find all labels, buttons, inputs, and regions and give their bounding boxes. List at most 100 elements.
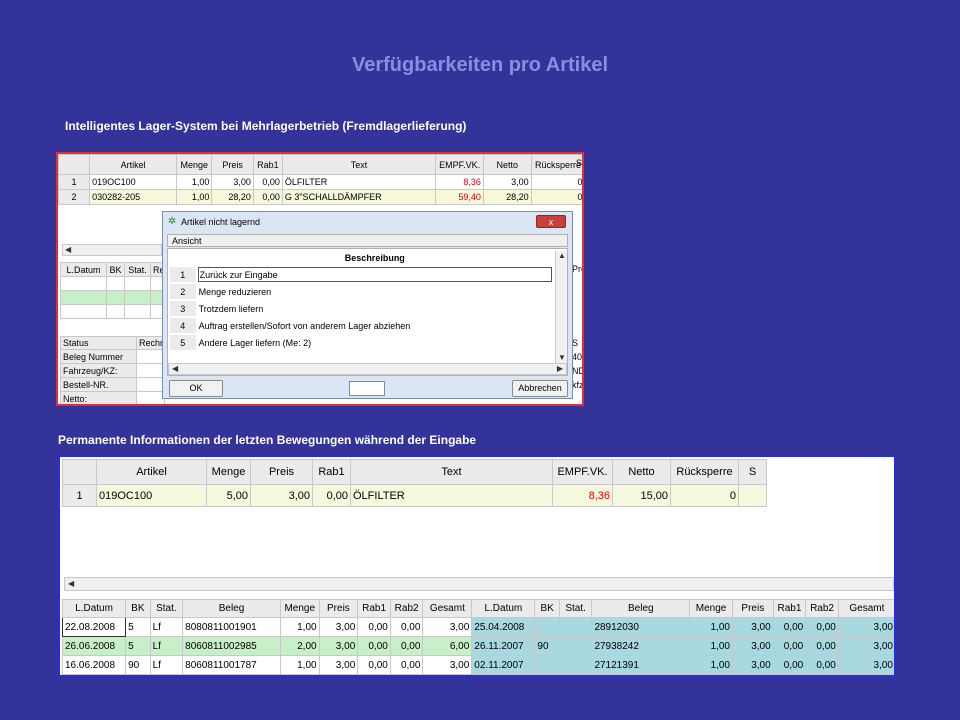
- col-beleg[interactable]: Beleg: [591, 599, 691, 618]
- cell-stat[interactable]: Lf: [149, 617, 184, 637]
- cell-beleg[interactable]: 8080811001901: [182, 617, 281, 637]
- cell-bk[interactable]: [534, 617, 560, 637]
- cell-menge[interactable]: 2,00: [279, 636, 320, 656]
- col-artikel[interactable]: Artikel: [96, 459, 207, 485]
- option-number[interactable]: 5: [170, 335, 196, 350]
- col-stat[interactable]: Stat.: [124, 262, 151, 277]
- col-artikel[interactable]: Artikel: [89, 154, 178, 175]
- option-row[interactable]: 2 Menge reduzieren: [170, 284, 552, 299]
- cell-rab1[interactable]: 0,00: [252, 189, 283, 205]
- col-empf-vk[interactable]: EMPF.VK.: [435, 154, 484, 175]
- cell-menge[interactable]: 1,00: [689, 636, 733, 656]
- cell-rab1[interactable]: 0,00: [252, 174, 283, 190]
- cell-netto[interactable]: 15,00: [612, 484, 671, 507]
- cell-preis[interactable]: 3,00: [318, 636, 359, 656]
- col-netto[interactable]: Netto: [482, 154, 532, 175]
- scroll-left-icon[interactable]: ◀: [68, 579, 74, 589]
- option-row[interactable]: 1 Zurück zur Eingabe: [170, 267, 552, 282]
- cell-menge[interactable]: 1,00: [279, 617, 320, 637]
- col-menge[interactable]: Menge: [689, 599, 733, 618]
- cell-bk[interactable]: 5: [125, 617, 151, 637]
- table-row[interactable]: [60, 276, 165, 291]
- option-number[interactable]: 4: [170, 318, 196, 333]
- col-rab1[interactable]: Rab1: [357, 599, 391, 618]
- cell-ruecksperre[interactable]: 0: [530, 189, 582, 205]
- vertical-scrollbar[interactable]: ▲ ▼: [555, 251, 567, 363]
- table-row[interactable]: 16.06.2008 90 Lf 8060811001787 1,00 3,00…: [61, 655, 894, 675]
- cell-ruecksperre[interactable]: 0: [670, 484, 739, 507]
- cell-rab1[interactable]: 0,00: [357, 636, 391, 656]
- cell-ruecksperre[interactable]: 0: [530, 174, 582, 190]
- row-number[interactable]: 2: [58, 189, 91, 205]
- cell-l-datum[interactable]: 26.06.2008: [61, 636, 127, 656]
- cell-rab2[interactable]: 0,00: [389, 655, 424, 675]
- table-row[interactable]: 2 030282-205 1,00 28,20 0,00 G 3"SCHALLD…: [58, 189, 582, 205]
- scroll-left-icon[interactable]: ◀: [65, 245, 71, 255]
- option-deliver-anyway[interactable]: Trotzdem liefern: [198, 301, 552, 316]
- cell[interactable]: [60, 290, 107, 305]
- col-menge[interactable]: Menge: [206, 459, 251, 485]
- option-back-to-entry[interactable]: Zurück zur Eingabe: [197, 267, 552, 282]
- cell-l-datum[interactable]: 02.11.2007: [471, 655, 536, 675]
- col-rab1[interactable]: Rab1: [252, 154, 283, 175]
- option-number[interactable]: 3: [170, 301, 196, 316]
- cell-beleg[interactable]: 8060811002985: [182, 636, 281, 656]
- cell-gesamt[interactable]: 3,00: [422, 655, 473, 675]
- cell-text[interactable]: ÖLFILTER: [350, 484, 553, 507]
- option-row[interactable]: 3 Trotzdem liefern: [170, 301, 552, 316]
- cell-bk[interactable]: 90: [534, 636, 560, 656]
- cell-empf-vk[interactable]: 8,36: [435, 174, 484, 190]
- cell-rab2[interactable]: 0,00: [805, 655, 839, 675]
- horizontal-scrollbar[interactable]: ◀: [64, 577, 894, 591]
- cell-empf-vk[interactable]: 8,36: [552, 484, 613, 507]
- col-menge[interactable]: Menge: [279, 599, 320, 618]
- col-gesamt[interactable]: Gesamt: [837, 599, 894, 618]
- cell-gesamt[interactable]: 3,00: [837, 636, 894, 656]
- cell-menge[interactable]: 1,00: [689, 617, 733, 637]
- cell[interactable]: [124, 276, 151, 291]
- cell-rab2[interactable]: 0,00: [389, 617, 424, 637]
- menu-ansicht[interactable]: Ansicht: [167, 234, 568, 247]
- col-bk[interactable]: BK: [106, 262, 125, 277]
- col-l-datum[interactable]: L.Datum: [471, 599, 536, 618]
- col-gesamt[interactable]: Gesamt: [422, 599, 473, 618]
- cell-rab1[interactable]: 0,00: [357, 617, 391, 637]
- cell-gesamt[interactable]: 3,00: [422, 617, 473, 637]
- cell-bk[interactable]: 90: [125, 655, 151, 675]
- cell-beleg[interactable]: 27938242: [591, 636, 691, 656]
- cell-artikel[interactable]: 030282-205: [89, 189, 178, 205]
- cell-l-datum[interactable]: 16.06.2008: [61, 655, 127, 675]
- cell[interactable]: [106, 304, 125, 319]
- table-row[interactable]: 1 019OC100 1,00 3,00 0,00 ÖLFILTER 8,36 …: [58, 174, 582, 190]
- option-row[interactable]: 4 Auftrag erstellen/Sofort von anderem L…: [170, 318, 552, 333]
- col-rab1[interactable]: Rab1: [772, 599, 807, 618]
- table-row[interactable]: 1 019OC100 5,00 3,00 0,00 ÖLFILTER 8,36 …: [62, 484, 767, 507]
- cell-menge[interactable]: 1,00: [689, 655, 733, 675]
- cell-rab1[interactable]: 0,00: [312, 484, 351, 507]
- cell-empf-vk[interactable]: 59,40: [435, 189, 484, 205]
- cell-gesamt[interactable]: 3,00: [837, 655, 894, 675]
- horizontal-scrollbar[interactable]: ◀: [62, 244, 162, 256]
- cell-rab1[interactable]: 0,00: [772, 636, 807, 656]
- horizontal-scrollbar[interactable]: ◀ ▶: [168, 363, 567, 375]
- cell[interactable]: [60, 304, 107, 319]
- cell-l-datum[interactable]: 26.11.2007: [471, 636, 536, 656]
- cell-menge[interactable]: 1,00: [176, 189, 213, 205]
- cell[interactable]: [106, 276, 125, 291]
- cell-netto[interactable]: 3,00: [482, 174, 532, 190]
- cell-l-datum[interactable]: 25.04.2008: [471, 617, 536, 637]
- cell-rab1[interactable]: 0,00: [772, 617, 807, 637]
- cell-stat[interactable]: [558, 617, 593, 637]
- cell-artikel[interactable]: 019OC100: [96, 484, 207, 507]
- cell[interactable]: [124, 290, 151, 305]
- cell-s[interactable]: [738, 484, 767, 507]
- option-reduce-quantity[interactable]: Menge reduzieren: [198, 284, 552, 299]
- col-ruecksperre[interactable]: Rücksperre: [670, 459, 739, 485]
- option-other-warehouse[interactable]: Andere Lager liefern (Me: 2): [198, 335, 552, 350]
- col-netto[interactable]: Netto: [612, 459, 671, 485]
- col-stat[interactable]: Stat.: [149, 599, 184, 618]
- option-create-order[interactable]: Auftrag erstellen/Sofort von anderem Lag…: [198, 318, 552, 333]
- ok-button[interactable]: OK: [169, 380, 223, 397]
- col-rab2[interactable]: Rab2: [805, 599, 839, 618]
- cell-preis[interactable]: 3,00: [731, 636, 774, 656]
